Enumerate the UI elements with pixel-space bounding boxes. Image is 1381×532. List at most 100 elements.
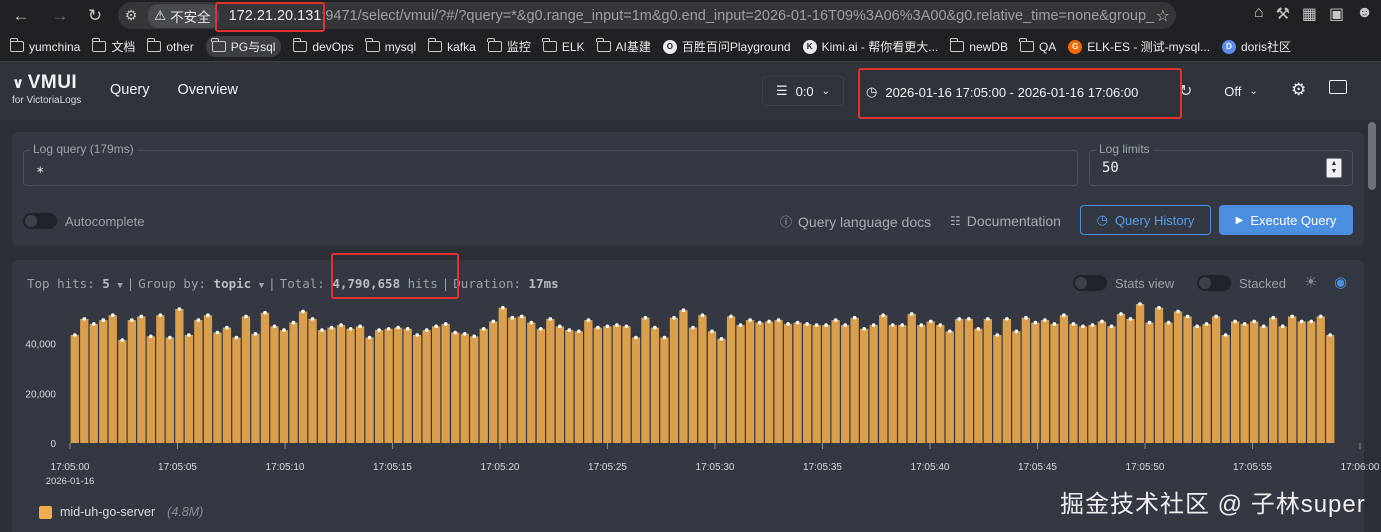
chart-bar[interactable] — [1183, 316, 1192, 443]
chart-bar[interactable] — [289, 322, 298, 443]
chart-bar[interactable] — [1221, 335, 1230, 443]
eye-icon[interactable]: ◉ — [1334, 273, 1347, 291]
chart-bar[interactable] — [1145, 322, 1154, 443]
chart-bar[interactable] — [898, 325, 907, 443]
settings-gear-icon[interactable]: ⚙ — [1291, 80, 1306, 100]
chart-bar[interactable] — [707, 331, 717, 443]
chart-bar[interactable] — [146, 336, 155, 443]
chart-bar[interactable] — [1021, 317, 1030, 443]
group-by-selector[interactable]: Group by: topic ▼ — [138, 276, 264, 291]
chart-bar[interactable] — [945, 331, 954, 443]
bookmark-item[interactable]: devOps — [292, 38, 354, 54]
chart-bar[interactable] — [1278, 326, 1287, 443]
chart-bar[interactable] — [964, 318, 973, 443]
chart-bar[interactable] — [336, 325, 346, 443]
chart-bar[interactable] — [118, 340, 127, 443]
tenant-selector[interactable]: ☰ 0:0 ⌄ — [762, 76, 844, 106]
chart-bar[interactable] — [1097, 321, 1107, 443]
chart-bar[interactable] — [194, 320, 203, 443]
chart-bar[interactable] — [622, 326, 631, 443]
chart-bar[interactable] — [203, 315, 213, 443]
extensions-icon[interactable]: ▦ — [1302, 4, 1317, 24]
stats-view-toggle[interactable] — [1073, 275, 1107, 291]
chart-bar[interactable] — [279, 330, 289, 443]
chart-bar[interactable] — [508, 317, 517, 443]
chart-bar[interactable] — [869, 325, 878, 443]
chart-bar[interactable] — [1326, 335, 1335, 443]
chart-bar[interactable] — [926, 321, 935, 443]
chart-bar[interactable] — [460, 333, 469, 443]
chart-bar[interactable] — [222, 327, 232, 443]
chart-bar[interactable] — [451, 332, 460, 444]
query-history-button[interactable]: ◷ Query History — [1080, 205, 1211, 235]
chart-bar[interactable] — [137, 316, 146, 443]
chart-bar[interactable] — [879, 315, 888, 443]
chart-bar[interactable] — [213, 332, 222, 444]
bookmark-item[interactable]: O 百胜百问Playground — [662, 38, 791, 55]
chart-bar[interactable] — [841, 325, 850, 443]
chart-bar[interactable] — [1059, 315, 1069, 443]
chart-bar[interactable] — [783, 323, 793, 443]
chart-bar[interactable] — [1173, 311, 1183, 443]
chart-bar[interactable] — [355, 326, 365, 443]
autocomplete-toggle[interactable] — [23, 213, 57, 229]
chart-bar[interactable] — [574, 331, 583, 443]
nav-overview[interactable]: Overview — [178, 82, 238, 98]
chart-bar[interactable] — [470, 336, 479, 443]
chart-bar[interactable] — [327, 327, 336, 443]
chart-bar[interactable] — [489, 321, 498, 443]
bookmark-item[interactable]: PG与sql — [205, 36, 282, 57]
bookmark-item[interactable]: other — [146, 38, 194, 54]
chart-bar[interactable] — [99, 320, 108, 443]
chart-bar[interactable] — [755, 322, 764, 443]
chart-bar[interactable] — [156, 315, 165, 443]
chart-bar[interactable] — [375, 330, 384, 443]
chart-bar[interactable] — [860, 328, 869, 443]
chart-bar[interactable] — [793, 322, 802, 443]
chart-bar[interactable] — [251, 333, 260, 443]
chart-bar[interactable] — [413, 335, 422, 443]
documentation-link[interactable]: ☷ Documentation — [950, 213, 1061, 229]
bookmark-item[interactable]: ELK — [542, 38, 585, 54]
chart-bar[interactable] — [669, 317, 679, 443]
legend-series-name[interactable]: mid-uh-go-server — [60, 505, 155, 519]
chart-bar[interactable] — [1240, 323, 1249, 443]
chart-bar[interactable] — [650, 327, 660, 443]
chart-bar[interactable] — [517, 316, 526, 443]
forward-icon[interactable]: → — [47, 3, 73, 29]
chart-bar[interactable] — [346, 328, 355, 443]
chart-bar[interactable] — [546, 318, 555, 443]
stacked-toggle[interactable] — [1197, 275, 1231, 291]
chart-bar[interactable] — [232, 337, 241, 444]
lightbulb-icon[interactable]: ☀ — [1304, 273, 1317, 291]
chart-bar[interactable] — [565, 330, 574, 443]
chart-bar[interactable] — [993, 335, 1002, 443]
chart-bar[interactable] — [317, 330, 327, 443]
chart-bar[interactable] — [1154, 307, 1164, 443]
chart-bar[interactable] — [1031, 322, 1040, 443]
chart-bar[interactable] — [888, 325, 897, 443]
chart-bar[interactable] — [127, 320, 136, 443]
legend-swatch[interactable] — [39, 505, 52, 519]
chart-bar[interactable] — [745, 320, 755, 443]
chart-bar[interactable] — [812, 325, 821, 443]
chart-bar[interactable] — [1135, 304, 1145, 443]
chart-bar[interactable] — [365, 337, 374, 444]
chart-bar[interactable] — [498, 307, 507, 443]
chart-bar[interactable] — [260, 312, 270, 443]
bookmark-item[interactable]: kafka — [427, 38, 476, 54]
chart-bar[interactable] — [698, 315, 707, 443]
chart-bar[interactable] — [850, 317, 859, 443]
chart-bar[interactable] — [631, 337, 641, 444]
wrench-icon[interactable]: ⚒ — [1276, 4, 1290, 24]
chart-bar[interactable] — [603, 326, 612, 443]
bookmark-star-icon[interactable]: ☆ — [1156, 6, 1170, 26]
chart-bar[interactable] — [527, 322, 536, 443]
keyboard-shortcuts-icon[interactable] — [1329, 80, 1347, 94]
chart-bar[interactable] — [1012, 331, 1021, 443]
chart-bar[interactable] — [1307, 321, 1316, 443]
chart-bar[interactable] — [736, 325, 745, 443]
chart-bar[interactable] — [679, 310, 688, 443]
vmui-logo[interactable]: ∨ VMUI for VictoriaLogs — [12, 72, 92, 106]
number-stepper[interactable]: ▲ ▼ — [1326, 158, 1342, 178]
